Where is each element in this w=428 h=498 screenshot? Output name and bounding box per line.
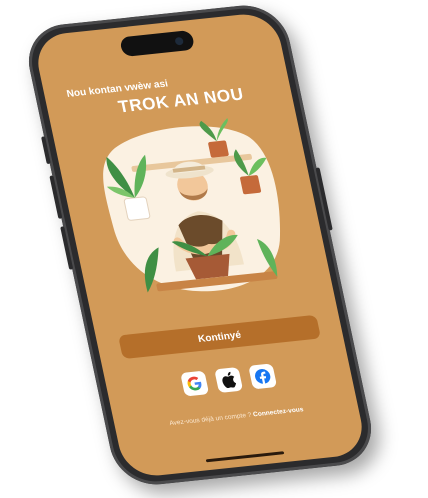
login-prompt: Avez-vous déjà un compte ? Connectez-vou… [115,401,358,433]
home-indicator[interactable] [205,451,285,463]
app-screen: Nou kontan vwèw asi TROK AN NOU Kontinyé… [32,11,368,479]
apple-icon [222,371,237,389]
google-icon [187,376,202,391]
login-prompt-text: Avez-vous déjà un compte ? [168,411,253,428]
phone-mockup: Nou kontan vwèw asi TROK AN NOU Kontinyé… [21,1,379,489]
facebook-icon [255,369,271,385]
google-login-button[interactable] [180,370,210,397]
continue-button[interactable]: Kontinyé [118,314,322,360]
apple-login-button[interactable] [214,366,244,393]
social-login-row [105,356,352,405]
login-link[interactable]: Connectez-vous [253,406,305,418]
facebook-login-button[interactable] [248,363,278,390]
stage: Nou kontan vwèw asi TROK AN NOU Kontinyé… [0,0,428,498]
dynamic-island [119,29,196,58]
camera-icon [174,36,185,46]
gardener-illustration [103,118,281,293]
